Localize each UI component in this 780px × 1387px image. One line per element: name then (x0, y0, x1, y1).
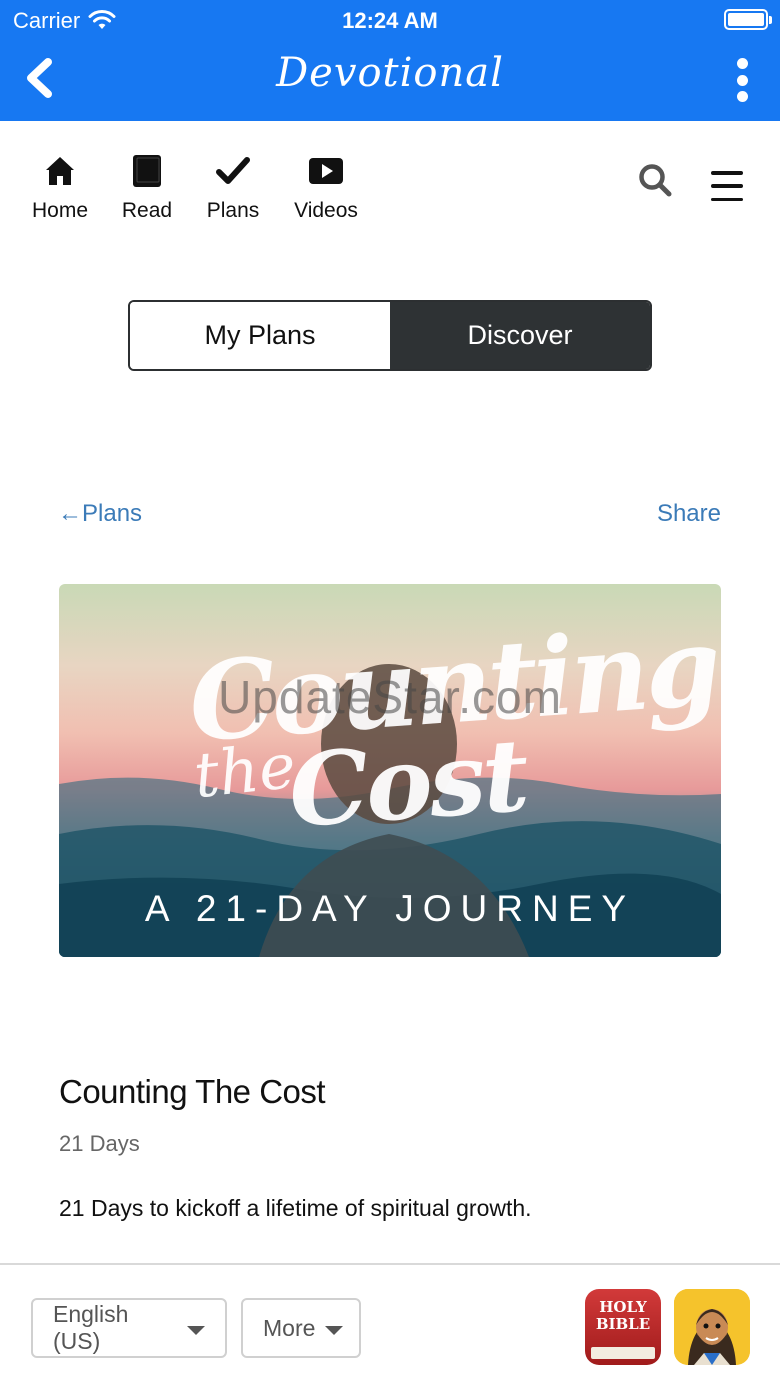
tab-videos[interactable]: Videos (290, 153, 362, 223)
language-dropdown[interactable]: English (US) (31, 1298, 227, 1358)
plan-duration: 21 Days (59, 1131, 140, 1156)
hamburger-menu-icon[interactable] (711, 171, 743, 201)
tab-plans-label: Plans (206, 199, 260, 222)
more-dropdown[interactable]: More (241, 1298, 361, 1358)
tab-home[interactable]: Home (28, 153, 92, 223)
bible-for-kids-app-icon[interactable] (674, 1289, 750, 1365)
kids-character-icon (674, 1289, 750, 1365)
check-icon (216, 157, 250, 184)
more-vertical-icon[interactable] (732, 58, 752, 102)
book-icon (133, 155, 161, 187)
plan-description: 21 Days to kickoff a lifetime of spiritu… (59, 1195, 532, 1221)
language-dropdown-label: English (US) (53, 1301, 129, 1354)
tab-read[interactable]: Read (118, 153, 176, 223)
plans-segmented-control: My Plans Discover (128, 300, 652, 371)
play-icon (309, 158, 343, 184)
bible-app-logo-text: HOLY BIBLE (595, 1298, 651, 1333)
watermark-text: UpdateStar.com (218, 671, 562, 723)
footer-bar: English (US) More HOLY BIBLE (0, 1263, 780, 1387)
tab-videos-label: Videos (294, 199, 358, 222)
segment-discover[interactable]: Discover (390, 302, 650, 369)
search-icon[interactable] (638, 163, 672, 197)
tab-navigation: Home Read Plans Videos (0, 121, 780, 241)
battery-icon (724, 9, 772, 30)
bible-app-icon[interactable]: HOLY BIBLE (585, 1289, 661, 1365)
hero-subtitle: A 21-DAY JOURNEY (144, 888, 636, 929)
share-link[interactable]: Share (657, 500, 721, 528)
page-title: Devotional (276, 50, 504, 96)
status-time: 12:24 AM (342, 8, 438, 33)
hero-title-line2: the (190, 728, 300, 813)
plan-title: Counting The Cost (59, 1073, 326, 1110)
chevron-down-icon (325, 1325, 344, 1335)
more-dropdown-label: More (263, 1314, 316, 1341)
plan-hero-image: Counting the Cost UpdateStar.com A 21-DA… (59, 584, 721, 957)
tab-home-label: Home (31, 199, 89, 222)
home-icon (46, 157, 74, 185)
chevron-down-icon (187, 1325, 205, 1335)
bible-page-decoration (591, 1347, 655, 1359)
hero-title-line3: Cost (285, 715, 530, 851)
segment-my-plans[interactable]: My Plans (130, 302, 390, 369)
tab-read-label: Read (121, 199, 173, 222)
back-to-plans-link[interactable]: ←Plans (58, 500, 142, 528)
tab-plans[interactable]: Plans (202, 153, 264, 223)
app-header: Carrier 12:24 AM Devotional (0, 0, 780, 121)
